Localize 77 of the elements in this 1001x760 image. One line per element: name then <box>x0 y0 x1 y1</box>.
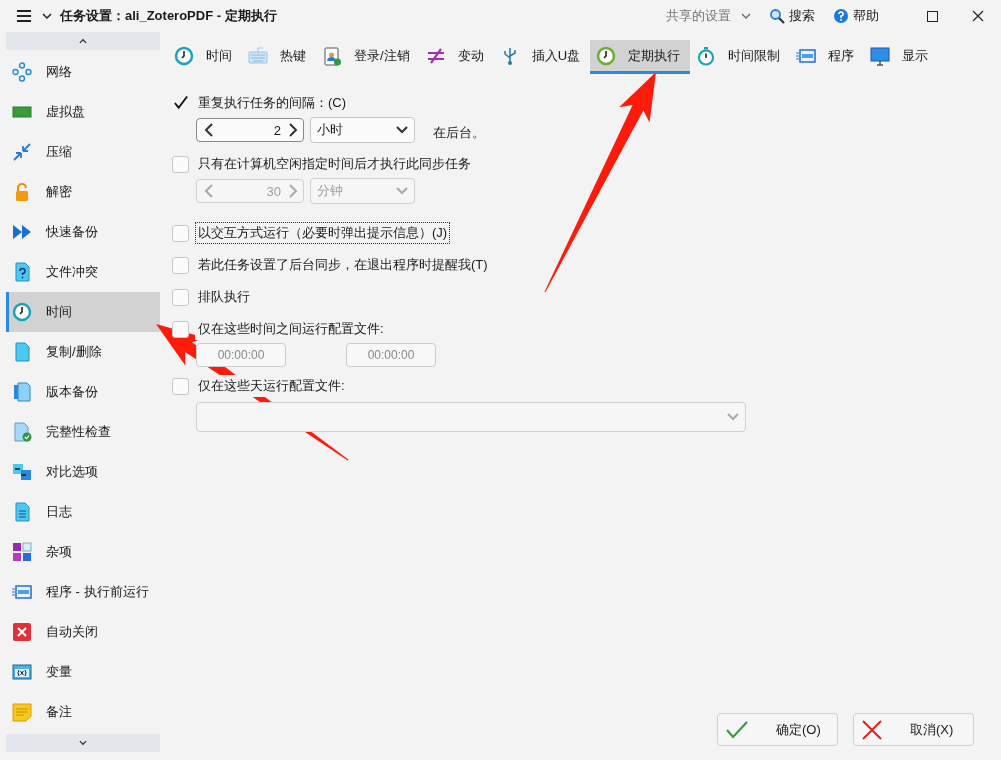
sidebar-item[interactable]: 压缩 <box>6 132 160 172</box>
search-button[interactable]: 搜索 <box>769 7 815 25</box>
sidebar-item[interactable]: 时间 <box>6 292 160 332</box>
chevron-down-icon <box>396 187 408 195</box>
search-icon <box>769 8 785 24</box>
cancel-button[interactable]: 取消(X) <box>853 713 974 746</box>
files-icon <box>12 382 32 402</box>
sidebar-item[interactable]: 自动关闭 <box>6 612 160 652</box>
checkbox[interactable] <box>172 320 189 338</box>
ok-button[interactable]: 确定(O) <box>717 713 838 746</box>
tab[interactable]: 登录/注销 <box>316 40 420 74</box>
menu-icon[interactable] <box>16 9 32 23</box>
time-field[interactable]: 00:00:00 <box>346 343 436 367</box>
sidebar-item[interactable]: 快速备份 <box>6 212 160 252</box>
sidebar-item[interactable]: 备注 <box>6 692 160 732</box>
tab[interactable]: 插入U盘 <box>493 40 590 74</box>
sidebar-item[interactable]: 文件冲突 <box>6 252 160 292</box>
tab[interactable]: 定期执行 <box>590 40 690 74</box>
file-check-icon <box>12 422 32 442</box>
sidebar-item[interactable]: 杂项 <box>6 532 160 572</box>
keyboard-icon <box>248 45 268 66</box>
days-dropdown[interactable] <box>196 402 746 432</box>
checkbox[interactable] <box>172 94 189 112</box>
checkbox-label: 以交互方式运行（必要时弹出提示信息）(J) <box>195 222 451 244</box>
chevron-down-icon <box>727 413 739 421</box>
stopwatch-icon <box>696 45 716 66</box>
checkbox[interactable] <box>172 256 189 274</box>
window-title: 任务设置：ali_ZoteroPDF - 定期执行 <box>60 7 277 25</box>
clock-icon <box>12 302 32 322</box>
badge-check-icon <box>322 45 342 66</box>
chevron-down-icon <box>396 126 408 134</box>
sidebar-item[interactable]: 虚拟盘 <box>6 92 160 132</box>
sidebar-item[interactable]: 变量 <box>6 652 160 692</box>
sticky-note-icon <box>12 702 32 722</box>
close-icon <box>12 622 32 642</box>
tab[interactable]: 变动 <box>419 40 494 74</box>
sidebar-item[interactable]: 对比选项 <box>6 452 160 492</box>
suffix-text: 在后台。 <box>433 124 485 142</box>
close-icon[interactable] <box>972 10 984 22</box>
file-icon <box>12 342 32 362</box>
compare-files-icon <box>12 462 32 482</box>
unit-dropdown[interactable]: 小时 <box>310 117 415 143</box>
tiles-icon <box>12 542 32 562</box>
maximize-icon[interactable] <box>926 10 938 22</box>
checkmark-icon <box>726 720 748 739</box>
checkbox[interactable] <box>172 377 189 395</box>
help-button[interactable]: 帮助 <box>833 7 879 25</box>
help-icon <box>833 8 849 24</box>
sidebar-item[interactable]: 网络 <box>6 52 160 92</box>
sidebar-item[interactable]: 复制/删除 <box>6 332 160 372</box>
tab[interactable]: 程序 <box>790 40 864 74</box>
log-file-icon <box>12 502 32 522</box>
sidebar-item[interactable]: 日志 <box>6 492 160 532</box>
network-icon <box>12 62 32 82</box>
clock-icon <box>174 45 194 66</box>
fast-forward-icon <box>12 222 32 242</box>
tab[interactable]: 时间 <box>168 40 242 74</box>
program-window-icon <box>12 582 32 602</box>
number-spinner[interactable]: 2 <box>196 118 304 142</box>
compress-icon <box>12 142 32 162</box>
monitor-icon <box>870 45 890 66</box>
shared-settings-label[interactable]: 共享的设置 <box>666 7 731 25</box>
checkbox[interactable] <box>172 288 189 306</box>
checkbox[interactable] <box>172 224 189 242</box>
tab[interactable]: 热键 <box>242 40 316 74</box>
question-file-icon <box>12 262 32 282</box>
tab[interactable]: 显示 <box>864 40 938 74</box>
tab[interactable]: 时间限制 <box>690 40 790 74</box>
sidebar-item[interactable]: 程序 - 执行前运行 <box>6 572 160 612</box>
sidebar-item[interactable]: 解密 <box>6 172 160 212</box>
time-field[interactable]: 00:00:00 <box>196 343 286 367</box>
chevron-down-icon[interactable] <box>76 738 90 748</box>
sidebar-item[interactable]: 版本备份 <box>6 372 160 412</box>
variable-icon <box>12 662 32 682</box>
cross-icon <box>862 719 882 740</box>
sidebar-item[interactable]: 完整性检查 <box>6 412 160 452</box>
clock-icon <box>596 45 616 66</box>
